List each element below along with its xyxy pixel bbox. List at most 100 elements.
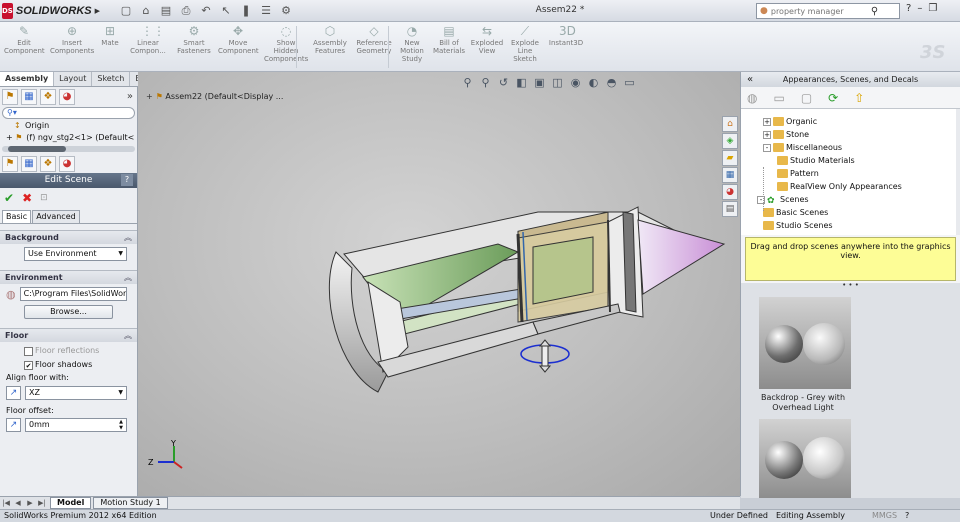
instant3d-button[interactable]: 3D Instant3D xyxy=(546,24,586,47)
add-folder-icon[interactable]: ▢ xyxy=(801,91,812,105)
tree-filter[interactable]: ⚲▾ xyxy=(2,107,135,119)
back-icon[interactable]: ◍ xyxy=(747,91,757,105)
tree-item[interactable]: ↕ Origin xyxy=(6,120,137,132)
appearance-tree-item[interactable]: Basic Scenes xyxy=(741,206,960,219)
align-direction-icon[interactable]: ↗ xyxy=(6,386,21,400)
feature-manager-icon[interactable]: ⚑ xyxy=(2,88,18,105)
appearance-manager-icon[interactable]: ◕ xyxy=(59,88,75,105)
appearance-tree-item[interactable]: + Stone xyxy=(741,128,960,141)
assembly-features-button[interactable]: ⬡ Assembly Features xyxy=(312,24,348,55)
browse-button[interactable]: Browse... xyxy=(24,305,113,319)
collapse-chevron-icon-3[interactable]: ︽ xyxy=(124,329,132,342)
search-source-icon[interactable]: ● xyxy=(760,6,768,16)
linear-pattern-button[interactable]: ⋮⋮ Linear Compon... xyxy=(128,24,168,55)
last-tab-icon[interactable]: ▶| xyxy=(36,499,48,507)
appearance-manager-icon-2[interactable]: ◕ xyxy=(59,155,75,172)
appearance-tree-item[interactable]: Studio Scenes xyxy=(741,219,960,232)
property-manager-icon[interactable]: ▦ xyxy=(21,88,37,105)
status-help-icon[interactable]: ? xyxy=(905,510,909,522)
help-button[interactable]: ? xyxy=(121,174,133,186)
expand-plus-icon[interactable]: + xyxy=(763,117,771,126)
chevron-right-icon[interactable]: ▶ xyxy=(95,7,100,15)
rebuild-icon[interactable]: ❚ xyxy=(238,3,254,18)
collapse-chevron-icon[interactable]: ︽ xyxy=(124,231,132,244)
checkbox-box-checked[interactable]: ✔ xyxy=(24,360,33,370)
expand-plus-icon[interactable]: + xyxy=(763,130,771,139)
tab-basic[interactable]: Basic xyxy=(2,210,32,223)
expand-chevron-icon[interactable]: » xyxy=(127,91,133,102)
collapse-chevron-icon-2[interactable]: ︽ xyxy=(124,271,132,284)
motion-study-button[interactable]: ◔ New Motion Study xyxy=(398,24,426,63)
first-tab-icon[interactable]: |◀ xyxy=(0,499,12,507)
insert-components-button[interactable]: ⊕ Insert Components xyxy=(50,24,94,55)
status-units[interactable]: MMGS xyxy=(872,510,897,522)
move-manipulator-handle[interactable] xyxy=(520,339,570,373)
tab-layout[interactable]: Layout xyxy=(54,72,93,86)
tab-assembly[interactable]: Assembly xyxy=(0,72,55,86)
undo-icon[interactable]: ↶ xyxy=(198,3,214,18)
mate-button[interactable]: ⊞ Mate xyxy=(98,24,122,47)
tab-motion-study[interactable]: Motion Study 1 xyxy=(93,497,168,509)
tab-advanced[interactable]: Advanced xyxy=(32,210,80,223)
ok-checkmark-icon[interactable]: ✔ xyxy=(4,191,14,205)
scene-thumbnail-1[interactable] xyxy=(759,297,851,389)
search-input[interactable] xyxy=(770,6,871,16)
background-group-header[interactable]: Background ︽ xyxy=(0,231,137,244)
floor-reflections-checkbox[interactable]: Floor reflections xyxy=(24,344,137,358)
smart-fasteners-button[interactable]: ⚙ Smart Fasteners xyxy=(174,24,214,55)
appearance-tree-item[interactable]: + Organic xyxy=(741,115,960,128)
tree-scrollbar[interactable] xyxy=(2,146,135,152)
tree-vertical-scrollbar[interactable] xyxy=(956,109,960,235)
design-library-icon[interactable]: ◈ xyxy=(722,133,738,149)
cancel-x-icon[interactable]: ✖ xyxy=(22,191,32,205)
show-hidden-button[interactable]: ◌ Show Hidden Components xyxy=(264,24,308,63)
tab-sketch[interactable]: Sketch xyxy=(92,72,131,86)
refresh-icon[interactable]: ⟳ xyxy=(828,91,838,105)
edit-component-button[interactable]: ✎ Edit Component xyxy=(4,24,45,55)
floor-shadows-checkbox[interactable]: ✔ Floor shadows xyxy=(24,358,137,372)
print-icon[interactable]: ⎙ xyxy=(178,3,194,18)
appearance-tree-item[interactable]: - Miscellaneous xyxy=(741,141,960,154)
appearance-tree-item[interactable]: Pattern xyxy=(741,167,960,180)
bom-button[interactable]: ▤ Bill of Materials xyxy=(432,24,466,55)
tab-model[interactable]: Model xyxy=(50,497,92,509)
save-icon[interactable]: ▤ xyxy=(158,3,174,18)
open-folder-icon[interactable]: ⌂ xyxy=(138,3,154,18)
environment-path-field[interactable]: C:\Program Files\SolidWork xyxy=(19,287,127,301)
collapse-minus-icon[interactable]: - xyxy=(763,143,771,152)
file-properties-icon[interactable]: ☰ xyxy=(258,3,274,18)
search-icon[interactable]: ⚲ xyxy=(871,6,878,17)
expand-plus-icon[interactable]: + xyxy=(6,133,15,142)
help-icon[interactable]: ? xyxy=(906,3,911,14)
config-manager-icon-2[interactable]: ❖ xyxy=(40,155,56,172)
options-gear-icon[interactable]: ⚙ xyxy=(278,3,294,18)
property-manager-icon-2[interactable]: ▦ xyxy=(21,155,37,172)
pushpin-icon[interactable]: ⊡ xyxy=(40,193,48,203)
restore-icon[interactable]: ❐ xyxy=(928,3,937,14)
tree-item[interactable]: + ⚑ (f) ngv_stg2<1> (Default< xyxy=(6,132,137,144)
appearance-tree-item[interactable]: - ✿ Scenes xyxy=(741,193,960,206)
new-document-icon[interactable]: ▢ xyxy=(118,3,134,18)
explode-line-button[interactable]: ⟋ Explode Line Sketch xyxy=(508,24,542,63)
prev-tab-icon[interactable]: ◀ xyxy=(12,499,24,507)
collapse-pane-icon[interactable]: « xyxy=(747,72,753,87)
solidworks-logo[interactable]: DS SOLIDWORKS ▶ xyxy=(2,2,100,20)
appearances-scenes-icon[interactable]: ◕ xyxy=(722,184,738,200)
appearance-tree-item[interactable]: RealView Only Appearances xyxy=(741,180,960,193)
floor-offset-spinner[interactable]: 0mm ▲ ▼ xyxy=(25,418,127,432)
environment-group-header[interactable]: Environment ︽ xyxy=(0,271,137,284)
next-tab-icon[interactable]: ▶ xyxy=(24,499,36,507)
up-level-icon[interactable]: ⇧ xyxy=(854,91,864,105)
minimize-icon[interactable]: – xyxy=(917,3,922,14)
select-icon[interactable]: ↖ xyxy=(218,3,234,18)
folder-icon[interactable]: ▭ xyxy=(773,91,784,105)
checkbox-box[interactable] xyxy=(24,346,33,356)
view-palette-icon[interactable]: ▦ xyxy=(722,167,738,183)
custom-properties-icon[interactable]: ▤ xyxy=(722,201,738,217)
appearance-tree-item[interactable]: Studio Materials xyxy=(741,154,960,167)
solidworks-resources-icon[interactable]: ⌂ xyxy=(722,116,738,132)
turbine-cutaway-model[interactable] xyxy=(138,72,740,496)
floor-group-header[interactable]: Floor ︽ xyxy=(0,329,137,342)
config-manager-icon[interactable]: ❖ xyxy=(40,88,56,105)
feature-manager-icon-2[interactable]: ⚑ xyxy=(2,155,18,172)
